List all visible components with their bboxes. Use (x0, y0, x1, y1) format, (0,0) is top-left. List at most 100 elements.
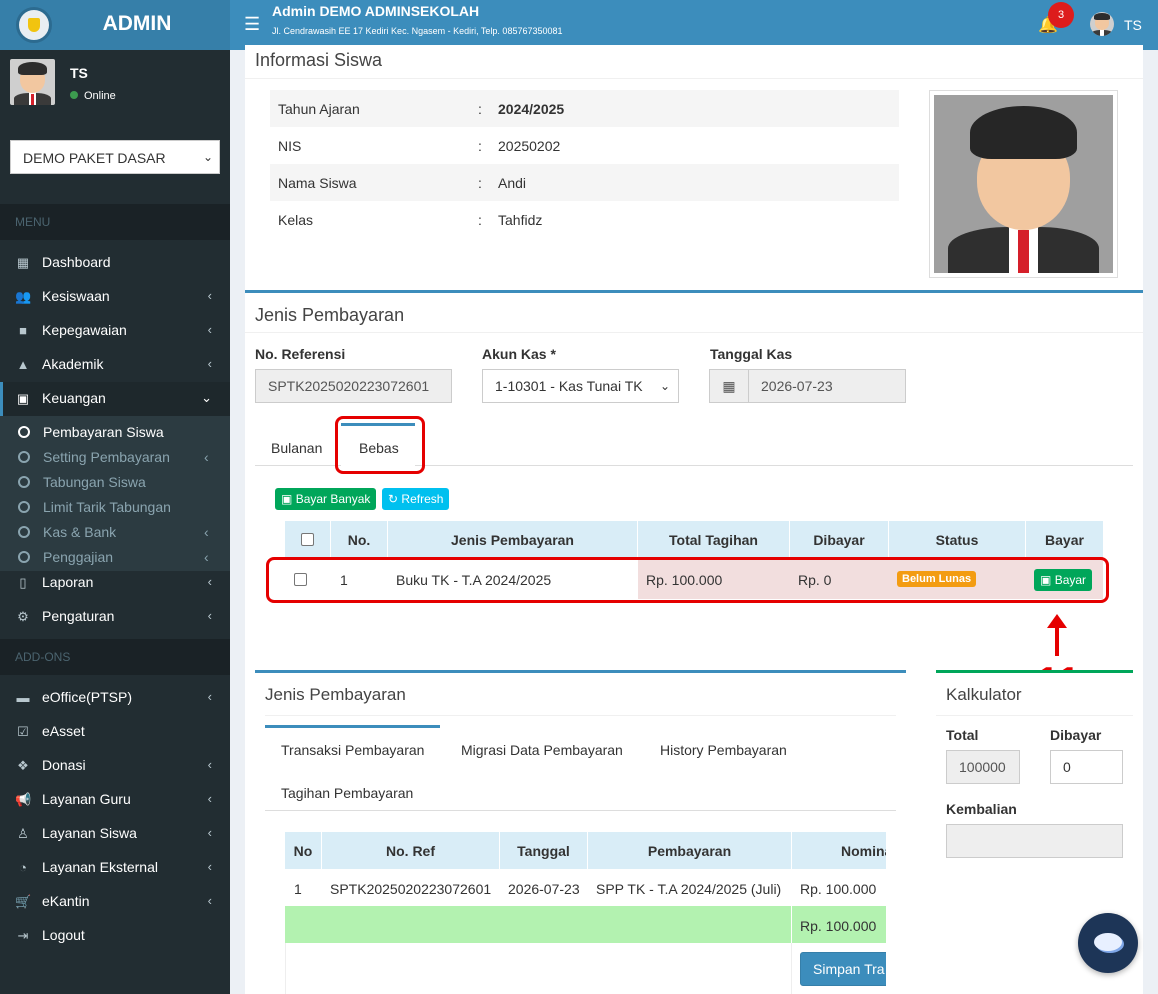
col-dibayar: Dibayar (790, 532, 888, 548)
sidebar-item-pengaturan[interactable]: ⚙ Pengaturan ‹ (0, 600, 230, 634)
chevron-down-icon: ⌄ (201, 390, 212, 405)
col-no: No. (331, 532, 387, 548)
chevron-left-icon: ‹ (207, 825, 212, 840)
sidebar-item-layanan-eksternal[interactable]: ◔ Layanan Eksternal ‹ (0, 851, 230, 885)
ref-input[interactable]: SPTK2025020223072601 (255, 369, 452, 403)
sidebar-item-label: Layanan Eksternal (42, 859, 158, 875)
sidebar-item-label: eKantin (42, 893, 90, 909)
tab-highlight-box (335, 416, 425, 474)
tab-history[interactable]: History Pembayaran (660, 742, 787, 758)
history-title: Jenis Pembayaran (265, 685, 406, 704)
sidebar-item-kepegawaian[interactable]: ■ Kepegawaian ‹ (0, 314, 230, 348)
sidebar-item-laporan[interactable]: ▯ Laporan ‹ (0, 566, 230, 600)
info-row-kelas: Kelas : Tahfidz (270, 201, 899, 238)
tab-transaksi[interactable]: Transaksi Pembayaran (265, 725, 440, 770)
chevron-left-icon: ‹ (207, 689, 212, 704)
info-value: 20250202 (498, 138, 561, 154)
dropbox-icon: ❖ (17, 758, 29, 773)
sidebar-item-label: Layanan Guru (42, 791, 131, 807)
refresh-button[interactable]: ↻ Refresh (382, 488, 450, 510)
chevron-left-icon: ‹ (207, 859, 212, 874)
logo-bar[interactable]: ADMIN (0, 0, 230, 50)
sidebar-item-ekantin[interactable]: 🛒 eKantin ‹ (0, 885, 230, 919)
calc-total-input[interactable]: 100000 (946, 750, 1020, 784)
tab-tagihan[interactable]: Tagihan Pembayaran (281, 785, 413, 801)
calc-kembalian-input[interactable] (946, 824, 1123, 858)
chevron-down-icon: ⌄ (659, 379, 670, 393)
tanggal-kas-input[interactable]: 2026-07-23 (748, 369, 906, 403)
header-avatar[interactable] (1090, 12, 1114, 36)
sidebar-item-layanan-guru[interactable]: 📢 Layanan Guru ‹ (0, 783, 230, 817)
payment-title: Jenis Pembayaran (255, 305, 405, 325)
calc-total-label: Total (946, 727, 979, 743)
archive-icon: ▬ (16, 690, 30, 705)
sidebar-item-dashboard[interactable]: ▦ Dashboard (0, 246, 230, 280)
submenu-label: Limit Tarik Tabungan (43, 499, 171, 515)
sidebar-item-label: Layanan Siswa (42, 825, 137, 841)
check-square-icon: ☑ (17, 724, 29, 739)
info-label: Kelas (278, 212, 314, 228)
circle-icon (18, 526, 30, 538)
history-row-no: 1 (294, 881, 302, 897)
divider (936, 715, 1133, 716)
sidebar-item-logout[interactable]: ⇥ Logout (0, 919, 230, 953)
col-jenis: Jenis Pembayaran (388, 532, 637, 548)
submenu-tabungan-siswa[interactable]: Tabungan Siswa (18, 474, 146, 490)
hamburger-menu-icon[interactable]: ☰ (244, 14, 260, 35)
annotation-arrow-icon (1055, 624, 1059, 656)
chevron-left-icon: ‹ (207, 322, 212, 337)
info-row-nama: Nama Siswa : Andi (270, 164, 899, 201)
history-table: No No. Ref Tanggal Pembayaran Nomina 1 S… (285, 832, 886, 994)
akun-kas-label: Akun Kas * (482, 346, 556, 362)
user-name: TS (70, 65, 88, 81)
chevron-left-icon: ‹ (204, 449, 209, 465)
chevron-left-icon: ‹ (204, 549, 209, 565)
refresh-icon: ↻ (388, 492, 399, 506)
submenu-pembayaran-siswa[interactable]: Pembayaran Siswa (18, 424, 164, 440)
tab-migrasi[interactable]: Migrasi Data Pembayaran (461, 742, 623, 758)
sidebar-item-label: Kepegawaian (42, 322, 127, 338)
chevron-left-icon: ‹ (207, 791, 212, 806)
info-separator: : (478, 138, 482, 154)
sidebar-item-akademik[interactable]: ▲ Akademik ‹ (0, 348, 230, 382)
submenu-kas-bank[interactable]: Kas & Bank ‹ (18, 524, 209, 540)
bayar-banyak-button[interactable]: ▣ Bayar Banyak (275, 488, 377, 510)
sidebar-item-keuangan[interactable]: ▣ Keuangan ⌄ (0, 382, 230, 416)
info-separator: : (478, 175, 482, 191)
akun-kas-select[interactable]: 1-10301 - Kas Tunai TK ⌄ (482, 369, 679, 403)
calendar-icon[interactable]: ▦ (709, 369, 749, 403)
history-row-ref: SPTK2025020223072601 (330, 881, 492, 897)
money-icon: ▣ (281, 492, 293, 506)
gear-icon: ⚙ (17, 609, 29, 624)
sidebar-item-label: Dashboard (42, 254, 111, 270)
submenu-setting-pembayaran[interactable]: Setting Pembayaran ‹ (18, 449, 209, 465)
sidebar-item-kesiswaan[interactable]: 👥 Kesiswaan ‹ (0, 280, 230, 314)
col-nominal: Nomina (792, 843, 886, 859)
circle-icon (18, 476, 30, 488)
sidebar-item-donasi[interactable]: ❖ Donasi ‹ (0, 749, 230, 783)
rss-icon: ◔ (19, 860, 27, 875)
submenu-label: Penggajian (43, 549, 114, 565)
history-row-pembayaran: SPP TK - T.A 2024/2025 (Juli) (596, 881, 782, 897)
header-user-name[interactable]: TS (1124, 17, 1142, 33)
refresh-label: Refresh (401, 492, 444, 506)
tab-bulanan[interactable]: Bulanan (271, 440, 322, 456)
save-transaction-button[interactable]: Simpan Tra (800, 952, 886, 986)
online-label: Online (84, 90, 116, 102)
submenu-penggajian[interactable]: Penggajian ‹ (18, 549, 209, 565)
user-avatar (10, 59, 55, 105)
history-row-tanggal: 2026-07-23 (508, 881, 580, 897)
notification-badge[interactable]: 3 (1048, 2, 1074, 28)
row-highlight-box (266, 557, 1109, 603)
submenu-limit-tarik[interactable]: Limit Tarik Tabungan (18, 499, 171, 515)
calc-dibayar-input[interactable]: 0 (1050, 750, 1123, 784)
select-all-checkbox[interactable] (301, 533, 314, 546)
sidebar-item-eoffice[interactable]: ▬ eOffice(PTSP) ‹ (0, 681, 230, 715)
sidebar-item-layanan-siswa[interactable]: ♙ Layanan Siswa ‹ (0, 817, 230, 851)
info-separator: : (478, 212, 482, 228)
sidebar-item-easset[interactable]: ☑ eAsset (0, 715, 230, 749)
file-icon: ▯ (19, 575, 27, 590)
header-title: Admin DEMO ADMINSEKOLAH (272, 3, 480, 19)
chat-widget-button[interactable] (1078, 913, 1138, 973)
school-select[interactable]: DEMO PAKET DASAR ⌄ (10, 140, 220, 174)
